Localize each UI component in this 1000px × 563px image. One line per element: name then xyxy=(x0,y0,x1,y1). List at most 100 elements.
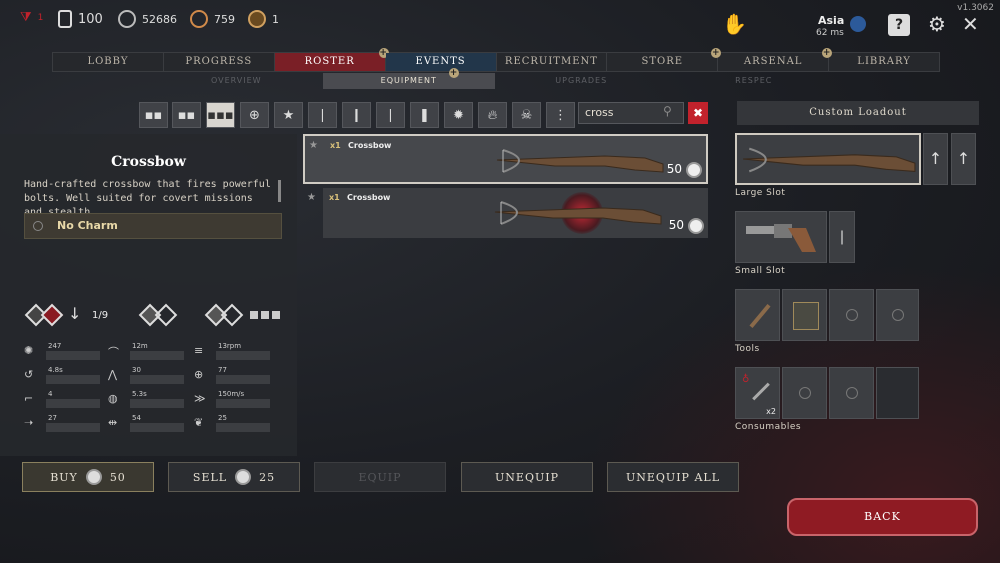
filter-fire-icon[interactable]: 🔥︎ xyxy=(478,102,507,128)
server-ping: 62 ms xyxy=(816,28,844,38)
stat-bar xyxy=(46,375,100,384)
stat-value: 54 xyxy=(132,414,141,422)
stat-value: 77 xyxy=(218,366,227,374)
stat-bar xyxy=(216,399,270,408)
subtab-equipment-label: EQUIPMENT xyxy=(380,76,437,85)
stat-bar xyxy=(130,351,184,360)
tab-recruitment[interactable]: RECRUITMENT xyxy=(497,53,608,71)
tool-slot-1[interactable] xyxy=(735,289,780,341)
coin-icon xyxy=(686,162,702,178)
filter-ammo-small-icon[interactable]: ❘ xyxy=(308,102,337,128)
list-item[interactable]: ★ x1 Crossbow 50 xyxy=(307,188,708,238)
tab-events[interactable]: EVENTS xyxy=(385,53,497,71)
sell-button[interactable]: SELL 25 xyxy=(168,462,300,492)
stat-bar xyxy=(130,375,184,384)
tool-slot-4[interactable] xyxy=(876,289,919,341)
hunt-dollars-stat: 52686 xyxy=(118,10,177,28)
unequip-button[interactable]: UNEQUIP xyxy=(461,462,593,492)
bolt-ammo-slot[interactable]: ↑ xyxy=(923,133,948,185)
buy-button[interactable]: BUY 50 xyxy=(22,462,154,492)
stat-value: 12m xyxy=(132,342,148,350)
item-quantity: x1 xyxy=(330,141,341,150)
sway-icon: ◍ xyxy=(108,392,118,405)
tab-progress[interactable]: PROGRESS xyxy=(164,53,275,71)
tab-store[interactable]: STORE + xyxy=(607,48,722,71)
large-slot[interactable] xyxy=(735,133,921,185)
gear-icon[interactable]: ⚙ xyxy=(928,12,946,36)
filter-add-icon[interactable]: ⊕ xyxy=(240,102,269,128)
level-value: 1 xyxy=(37,12,44,23)
favorite-star-icon[interactable]: ★ xyxy=(309,140,318,151)
tab-roster-label: ROSTER xyxy=(304,56,355,67)
ammo-count: 1/9 xyxy=(92,310,109,321)
consumables-label: Consumables xyxy=(735,422,802,432)
back-button[interactable]: BACK xyxy=(787,498,978,536)
tool-slot-2[interactable] xyxy=(782,289,827,341)
search-icon: ⚲ xyxy=(663,104,672,118)
consumable-slot-2[interactable] xyxy=(782,367,827,419)
item-quantity: x1 xyxy=(329,193,340,202)
subtab-respec[interactable]: RESPEC xyxy=(668,73,841,89)
crossbow-image xyxy=(494,201,662,225)
tool-slot-3[interactable] xyxy=(829,289,874,341)
small-slot[interactable] xyxy=(735,211,827,263)
tab-roster[interactable]: ROSTER + xyxy=(274,48,389,71)
equip-button[interactable]: EQUIP xyxy=(314,462,446,492)
item-price: 50 xyxy=(666,162,682,176)
level-indicator: ⧩ 1 xyxy=(20,10,43,25)
item-price: 50 xyxy=(668,218,684,232)
pistol-ammo-slot[interactable]: ❘ xyxy=(829,211,855,263)
buy-label: BUY xyxy=(50,470,78,484)
hunt-logo-icon: ✋ xyxy=(722,12,747,36)
filter-star-icon[interactable]: ★ xyxy=(274,102,303,128)
bolt-icon: ↓ xyxy=(68,304,82,323)
clear-search-button[interactable]: ✖ xyxy=(688,102,708,124)
consumable-slot-3[interactable] xyxy=(829,367,874,419)
ammo-icon: ➝ xyxy=(24,416,34,429)
stat-value: 4 xyxy=(48,390,53,398)
medkit-icon xyxy=(793,302,819,330)
stat-stamina: ❦ 25 xyxy=(194,414,272,434)
tab-arsenal[interactable]: ARSENAL + xyxy=(718,48,833,71)
stat-value: 5.3s xyxy=(132,390,147,398)
favorite-star-icon[interactable]: ★ xyxy=(307,192,316,203)
filter-ammo-medium-icon[interactable]: ❙ xyxy=(342,102,371,128)
server-region[interactable]: Asia xyxy=(818,14,844,27)
small-slot-label: Small Slot xyxy=(735,266,786,276)
filter-ammo-shell-icon[interactable]: ❚ xyxy=(410,102,439,128)
add-icon xyxy=(845,387,858,399)
main-nav: LOBBY PROGRESS ROSTER + EVENTS RECRUITMEN… xyxy=(52,48,940,72)
close-icon[interactable]: ✕ xyxy=(962,12,979,36)
filter-small-icon[interactable]: ▪▪▪ xyxy=(206,102,235,128)
consumable-slot-1[interactable]: ♁ x2 xyxy=(735,367,780,419)
filter-medium-icon[interactable]: ▪▪ xyxy=(172,102,201,128)
filter-special-icon[interactable]: ⋮ xyxy=(546,102,575,128)
bolt-ammo-slot[interactable]: ↑ xyxy=(951,133,976,185)
list-item[interactable]: ★ x1 Crossbow 50 xyxy=(303,134,708,184)
consumable-count: x2 xyxy=(766,407,776,416)
tab-lobby[interactable]: LOBBY xyxy=(53,53,164,71)
slot-pip-icon xyxy=(261,311,269,319)
filter-explosive-icon[interactable]: ✹ xyxy=(444,102,473,128)
subtab-equipment[interactable]: EQUIPMENT + xyxy=(322,68,495,89)
velocity-icon: ≫ xyxy=(194,392,206,405)
coin-icon xyxy=(85,469,102,485)
tab-library[interactable]: LIBRARY xyxy=(829,53,939,71)
subtab-upgrades[interactable]: UPGRADES xyxy=(495,73,668,89)
tab-arsenal-label: ARSENAL xyxy=(743,56,803,67)
filter-large-icon[interactable]: ▪▪ xyxy=(139,102,168,128)
subtab-overview[interactable]: OVERVIEW xyxy=(150,73,323,89)
stat-value: 25 xyxy=(218,414,227,422)
description-scrollbar[interactable] xyxy=(278,180,281,202)
plus-icon: + xyxy=(449,68,459,78)
filter-ammo-long-icon[interactable]: ❘ xyxy=(376,102,405,128)
globe-icon[interactable] xyxy=(850,16,866,32)
unequip-all-button[interactable]: UNEQUIP ALL xyxy=(607,462,739,492)
charm-slot[interactable]: No Charm xyxy=(24,213,282,239)
help-icon[interactable]: ? xyxy=(888,14,910,36)
loadout-selector[interactable]: Custom Loadout xyxy=(737,101,979,125)
filter-poison-icon[interactable]: ☠ xyxy=(512,102,541,128)
stat-pistol: ⌐ 4 xyxy=(24,390,102,410)
crossbow-image xyxy=(743,147,916,173)
crossbow-image xyxy=(496,149,664,173)
